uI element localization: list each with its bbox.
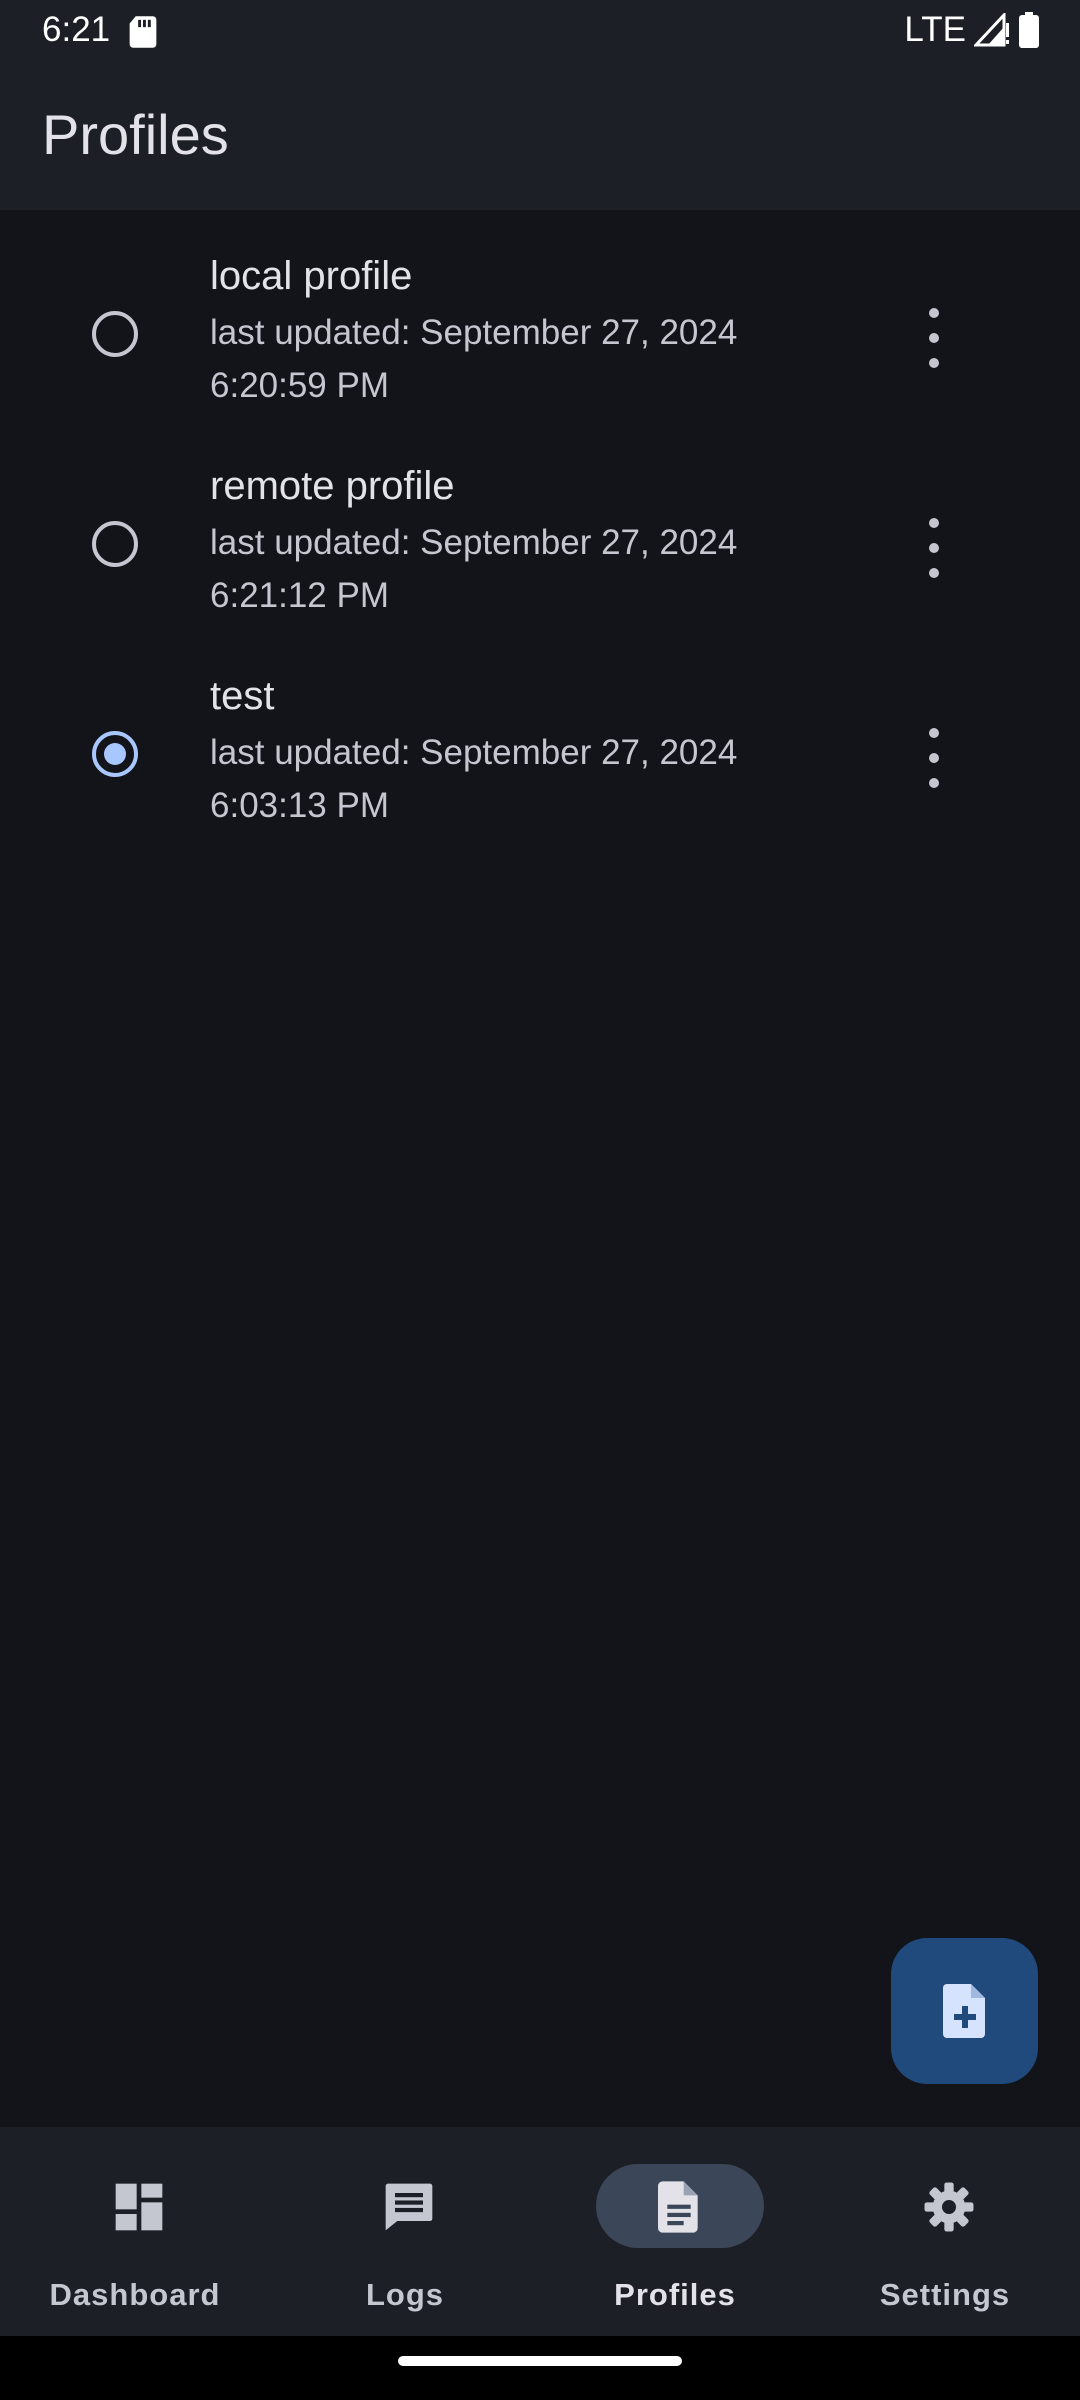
nav-label: Logs	[365, 2277, 445, 2312]
home-gesture-handle[interactable]	[398, 2356, 682, 2366]
profile-last-updated: last updated: September 27, 2024 6:20:59…	[210, 313, 738, 405]
document-icon	[658, 2181, 698, 2233]
more-options-icon[interactable]	[910, 518, 958, 578]
network-type: LTE	[904, 10, 966, 49]
nav-settings[interactable]: Settings	[810, 2127, 1080, 2336]
dashboard-icon	[115, 2183, 163, 2231]
profile-name: local profile	[210, 254, 413, 298]
nav-label: Profiles	[614, 2277, 736, 2312]
profile-item[interactable]: remote profile last updated: September 2…	[0, 420, 1080, 630]
signal-icon	[974, 13, 1009, 47]
profile-radio[interactable]	[92, 311, 138, 357]
profile-name: test	[210, 674, 275, 718]
more-options-icon[interactable]	[910, 308, 958, 368]
status-bar: 6:21 LTE	[0, 0, 1080, 62]
add-file-icon	[942, 1984, 985, 2038]
profile-last-updated: last updated: September 27, 2024 6:21:12…	[210, 523, 738, 615]
nav-label: Dashboard	[49, 2277, 221, 2312]
battery-icon	[1019, 12, 1039, 48]
profile-item[interactable]: local profile last updated: September 27…	[0, 210, 1080, 420]
chat-icon	[385, 2183, 433, 2231]
system-gesture-area	[0, 2336, 1080, 2400]
profile-radio-selected[interactable]	[92, 731, 138, 777]
profile-item[interactable]: test last updated: September 27, 2024 6:…	[0, 630, 1080, 840]
add-profile-button[interactable]	[891, 1938, 1038, 2084]
profile-text: test last updated: September 27, 2024 6:…	[210, 672, 830, 832]
nav-label: Settings	[879, 2277, 1011, 2312]
profile-radio[interactable]	[92, 521, 138, 567]
status-time: 6:21	[42, 10, 111, 49]
more-options-icon[interactable]	[910, 728, 958, 788]
profile-last-updated: last updated: September 27, 2024 6:03:13…	[210, 733, 738, 825]
sd-card-icon	[129, 16, 157, 48]
profile-name: remote profile	[210, 464, 455, 508]
page-title: Profiles	[42, 103, 229, 166]
nav-logs[interactable]: Logs	[270, 2127, 540, 2336]
nav-profiles[interactable]: Profiles	[540, 2127, 810, 2336]
nav-dashboard[interactable]: Dashboard	[0, 2127, 270, 2336]
profile-text: local profile last updated: September 27…	[210, 252, 830, 412]
profile-text: remote profile last updated: September 2…	[210, 462, 830, 622]
app-bar: Profiles	[0, 62, 1080, 210]
gear-icon	[924, 2182, 974, 2232]
bottom-navigation: Dashboard Logs Profiles Settings	[0, 2127, 1080, 2336]
profile-list: local profile last updated: September 27…	[0, 210, 1080, 840]
